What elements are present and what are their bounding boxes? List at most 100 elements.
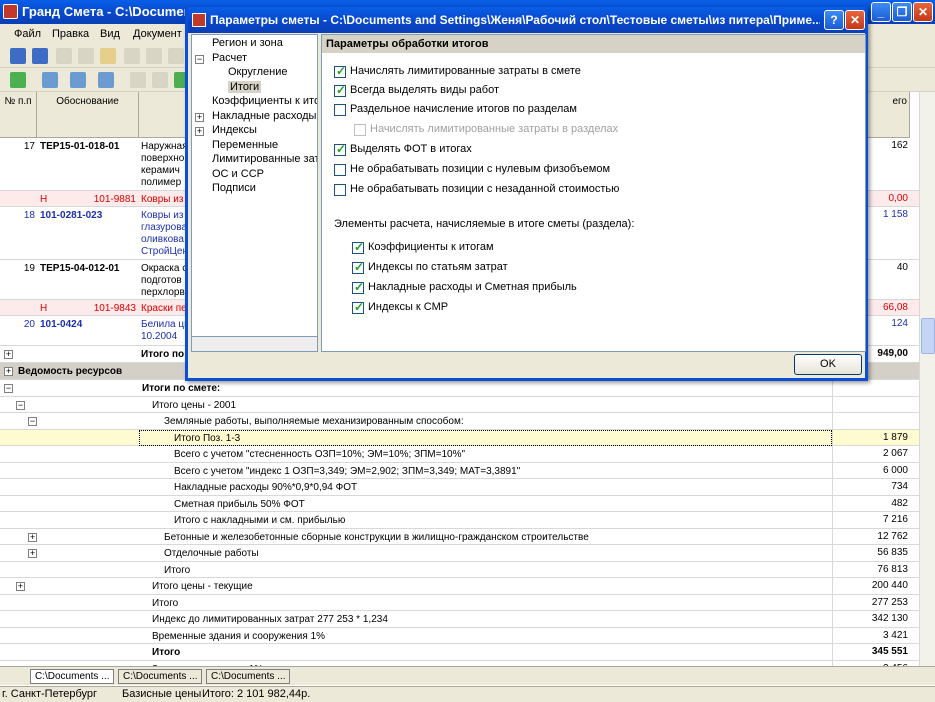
copy-icon[interactable] [56, 48, 72, 64]
checkbox[interactable] [334, 83, 346, 97]
summary-row[interactable]: Сметная прибыль 50% ФОТ 482 [0, 495, 919, 512]
checkbox-label: Раздельное начисление итогов по разделам [350, 103, 577, 115]
checkbox[interactable] [334, 64, 346, 78]
summary-value: 6 000 [882, 464, 908, 476]
summary-label: Накладные расходы 90%*0,9*0,94 ФОТ [174, 482, 358, 493]
tree-item-2[interactable]: Округление [228, 66, 288, 78]
tab-document-3[interactable]: C:\Documents ... [206, 669, 291, 684]
summary-row[interactable]: Итого с накладными и см. прибылью 7 216 [0, 512, 919, 529]
summary-label: Итого цены - текущие [152, 581, 253, 592]
tab-document-1[interactable]: C:\Documents ... [30, 669, 115, 684]
save-all-icon[interactable] [32, 48, 48, 64]
expand-icon[interactable]: + [195, 112, 204, 122]
summary-row[interactable]: Итого 277 253 [0, 594, 919, 611]
tree-item-7[interactable]: Переменные [212, 139, 278, 151]
column-header-num[interactable]: № п.п [0, 92, 37, 138]
filter-icon[interactable] [70, 72, 86, 88]
summary-row[interactable]: + Итого цены - текущие 200 440 [0, 578, 919, 595]
checkbox [354, 124, 366, 136]
checkbox[interactable] [334, 104, 346, 116]
column-divider [832, 545, 833, 561]
summary-row[interactable]: Итого Поз. 1-3 1 879 [0, 429, 919, 446]
expand-icon[interactable]: + [28, 532, 37, 542]
paste-icon[interactable] [100, 48, 116, 64]
calc-icon[interactable] [98, 72, 114, 88]
summary-row[interactable]: Итого 345 551 [0, 644, 919, 661]
tree-item-3[interactable]: Итоги [228, 80, 262, 93]
app-icon [3, 4, 18, 19]
document-icon[interactable] [146, 48, 162, 64]
expand-icon[interactable]: + [4, 367, 13, 376]
checkbox[interactable] [334, 184, 346, 196]
document-tabs: C:\Documents ... C:\Documents ... C:\Doc… [0, 666, 935, 685]
summary-value: 200 440 [871, 580, 908, 591]
summary-row[interactable]: Всего с учетом "стесненность ОЗП=10%; ЭМ… [0, 446, 919, 463]
close-button[interactable]: ✕ [913, 2, 933, 22]
menu-document[interactable]: Документ [133, 28, 182, 40]
main-window-title: Гранд Смета - C:\Documents [22, 4, 204, 19]
group-icon[interactable] [152, 72, 168, 88]
help-button[interactable]: ? [824, 10, 844, 30]
summary-row[interactable]: Итого 76 813 [0, 561, 919, 578]
ok-button[interactable]: OK [794, 354, 862, 375]
column-divider [832, 561, 833, 577]
minimize-button[interactable]: _ [871, 2, 891, 22]
expand-icon[interactable]: + [28, 549, 37, 558]
tab-document-2[interactable]: C:\Documents ... [118, 669, 203, 684]
expand-icon[interactable]: + [195, 127, 204, 136]
summary-row[interactable]: − Итого цены - 2001 [0, 396, 919, 413]
tree-horizontal-scrollbar[interactable] [191, 336, 318, 352]
checkbox[interactable] [352, 280, 364, 294]
scrollbar-thumb[interactable] [921, 318, 935, 354]
cut-icon[interactable] [78, 48, 94, 64]
tree-item-4[interactable]: Коэффициенты к итогам [212, 95, 317, 107]
summary-row[interactable]: Всего с учетом "индекс 1 ОЗП=3,349; ЭМ=2… [0, 462, 919, 479]
menu-view[interactable]: Вид [100, 28, 120, 40]
column-header-basis[interactable]: Обоснование [37, 92, 139, 138]
row-desc: Окраска с подготов перхлорв [141, 263, 187, 298]
tree-item-9[interactable]: ОС и ССР [212, 168, 264, 180]
summary-row[interactable]: − Итоги по смете: [0, 380, 919, 397]
checkbox[interactable] [352, 240, 364, 254]
tree-item-10[interactable]: Подписи [212, 182, 256, 194]
dialog-title: Параметры сметы - C:\Documents and Setti… [210, 13, 820, 27]
tree-item-1[interactable]: Расчет [212, 52, 247, 64]
checkbox-label: Начислять лимитированные затраты в смете [350, 65, 581, 77]
summary-value: 342 130 [871, 613, 908, 624]
delete-icon[interactable] [124, 48, 140, 64]
expand-icon[interactable]: + [16, 582, 25, 591]
summary-row[interactable]: Индекс до лимитированных затрат 277 253 … [0, 611, 919, 628]
menu-edit[interactable]: Правка [52, 28, 89, 40]
collapse-icon[interactable]: − [28, 417, 37, 426]
collapse-icon[interactable]: − [4, 384, 13, 393]
maximize-button[interactable]: ❐ [892, 2, 912, 22]
summary-row[interactable]: − Земляные работы, выполняемые механизиро… [0, 413, 919, 430]
checkbox[interactable] [334, 142, 346, 156]
summary-row[interactable]: Накладные расходы 90%*0,9*0,94 ФОТ 734 [0, 479, 919, 496]
tree-item-0[interactable]: Регион и зона [212, 37, 283, 49]
summary-row[interactable]: + Отделочные работы 56 835 [0, 545, 919, 562]
expand-icon[interactable]: + [4, 350, 13, 359]
checkbox[interactable] [352, 260, 364, 274]
insert-icon[interactable] [130, 72, 146, 88]
vertical-scrollbar[interactable] [919, 92, 935, 666]
add-section-icon[interactable] [10, 72, 26, 88]
row-code: ТЕР15-01-018-01 [40, 141, 120, 152]
menu-file[interactable]: Файл [14, 28, 41, 40]
checkbox[interactable] [352, 300, 364, 314]
find-icon[interactable] [42, 72, 58, 88]
save-icon[interactable] [10, 48, 26, 64]
collapse-icon[interactable]: − [195, 54, 204, 64]
summary-row[interactable]: + Бетонные и железобетонные сборные конст… [0, 528, 919, 545]
properties-icon[interactable] [168, 48, 184, 64]
tree-item-6[interactable]: Индексы [212, 124, 257, 136]
checkbox[interactable] [334, 164, 346, 176]
collapse-icon[interactable]: − [16, 400, 25, 410]
tree-item-5[interactable]: Накладные расходы [212, 110, 316, 122]
row-num: 18 [23, 210, 35, 221]
tree-item-8[interactable]: Лимитированные затраты [212, 153, 317, 165]
column-divider [832, 446, 833, 462]
summary-value: 277 253 [871, 596, 908, 608]
dialog-close-button[interactable]: ✕ [845, 10, 865, 30]
summary-row[interactable]: Временные здания и сооружения 1% 3 421 [0, 627, 919, 644]
